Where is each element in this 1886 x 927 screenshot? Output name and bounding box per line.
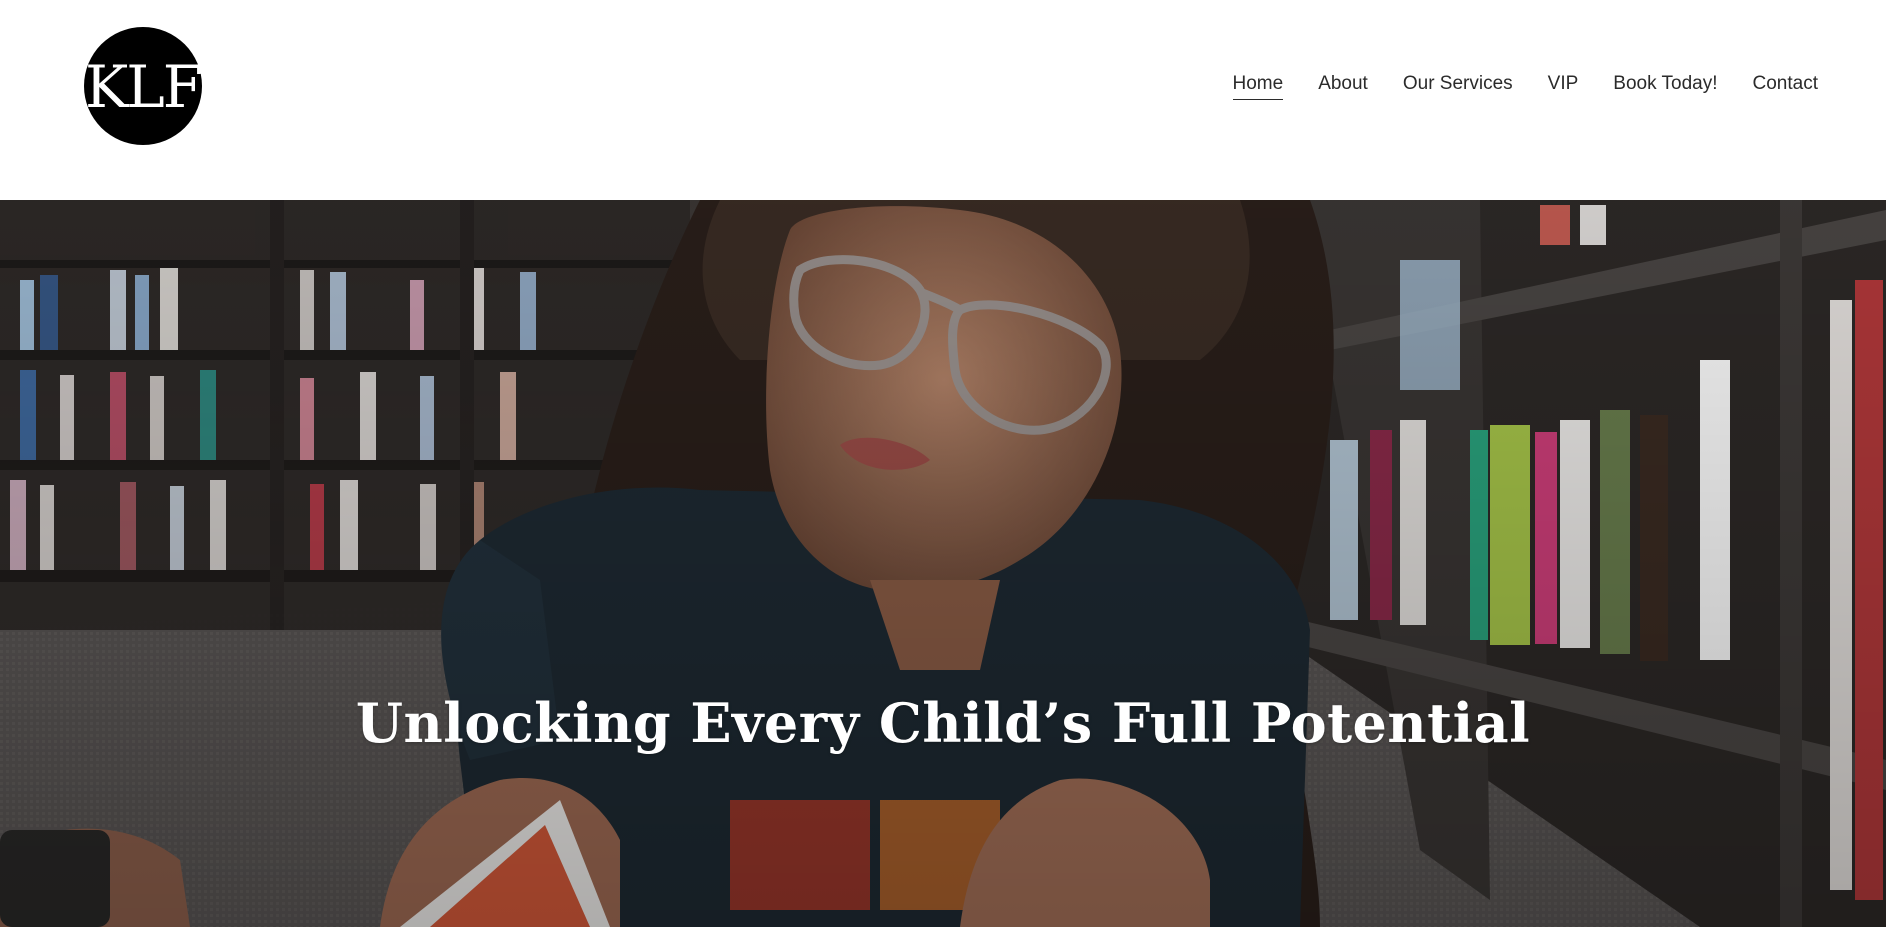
logo-text: KLF bbox=[84, 53, 203, 121]
nav-vip[interactable]: VIP bbox=[1548, 73, 1579, 100]
nav-contact[interactable]: Contact bbox=[1753, 73, 1818, 100]
hero-image bbox=[0, 200, 1886, 927]
hero-banner: Unlocking Every Child’s Full Potential bbox=[0, 200, 1886, 927]
main-nav: Home About Our Services VIP Book Today! … bbox=[1232, 73, 1818, 100]
logo[interactable]: KLF bbox=[84, 27, 203, 145]
hero-title: Unlocking Every Child’s Full Potential bbox=[355, 691, 1531, 756]
nav-home[interactable]: Home bbox=[1232, 73, 1284, 100]
nav-book-today[interactable]: Book Today! bbox=[1613, 73, 1717, 100]
nav-about[interactable]: About bbox=[1318, 73, 1368, 100]
site-header: KLF Home About Our Services VIP Book Tod… bbox=[0, 0, 1886, 200]
nav-our-services[interactable]: Our Services bbox=[1403, 73, 1513, 100]
